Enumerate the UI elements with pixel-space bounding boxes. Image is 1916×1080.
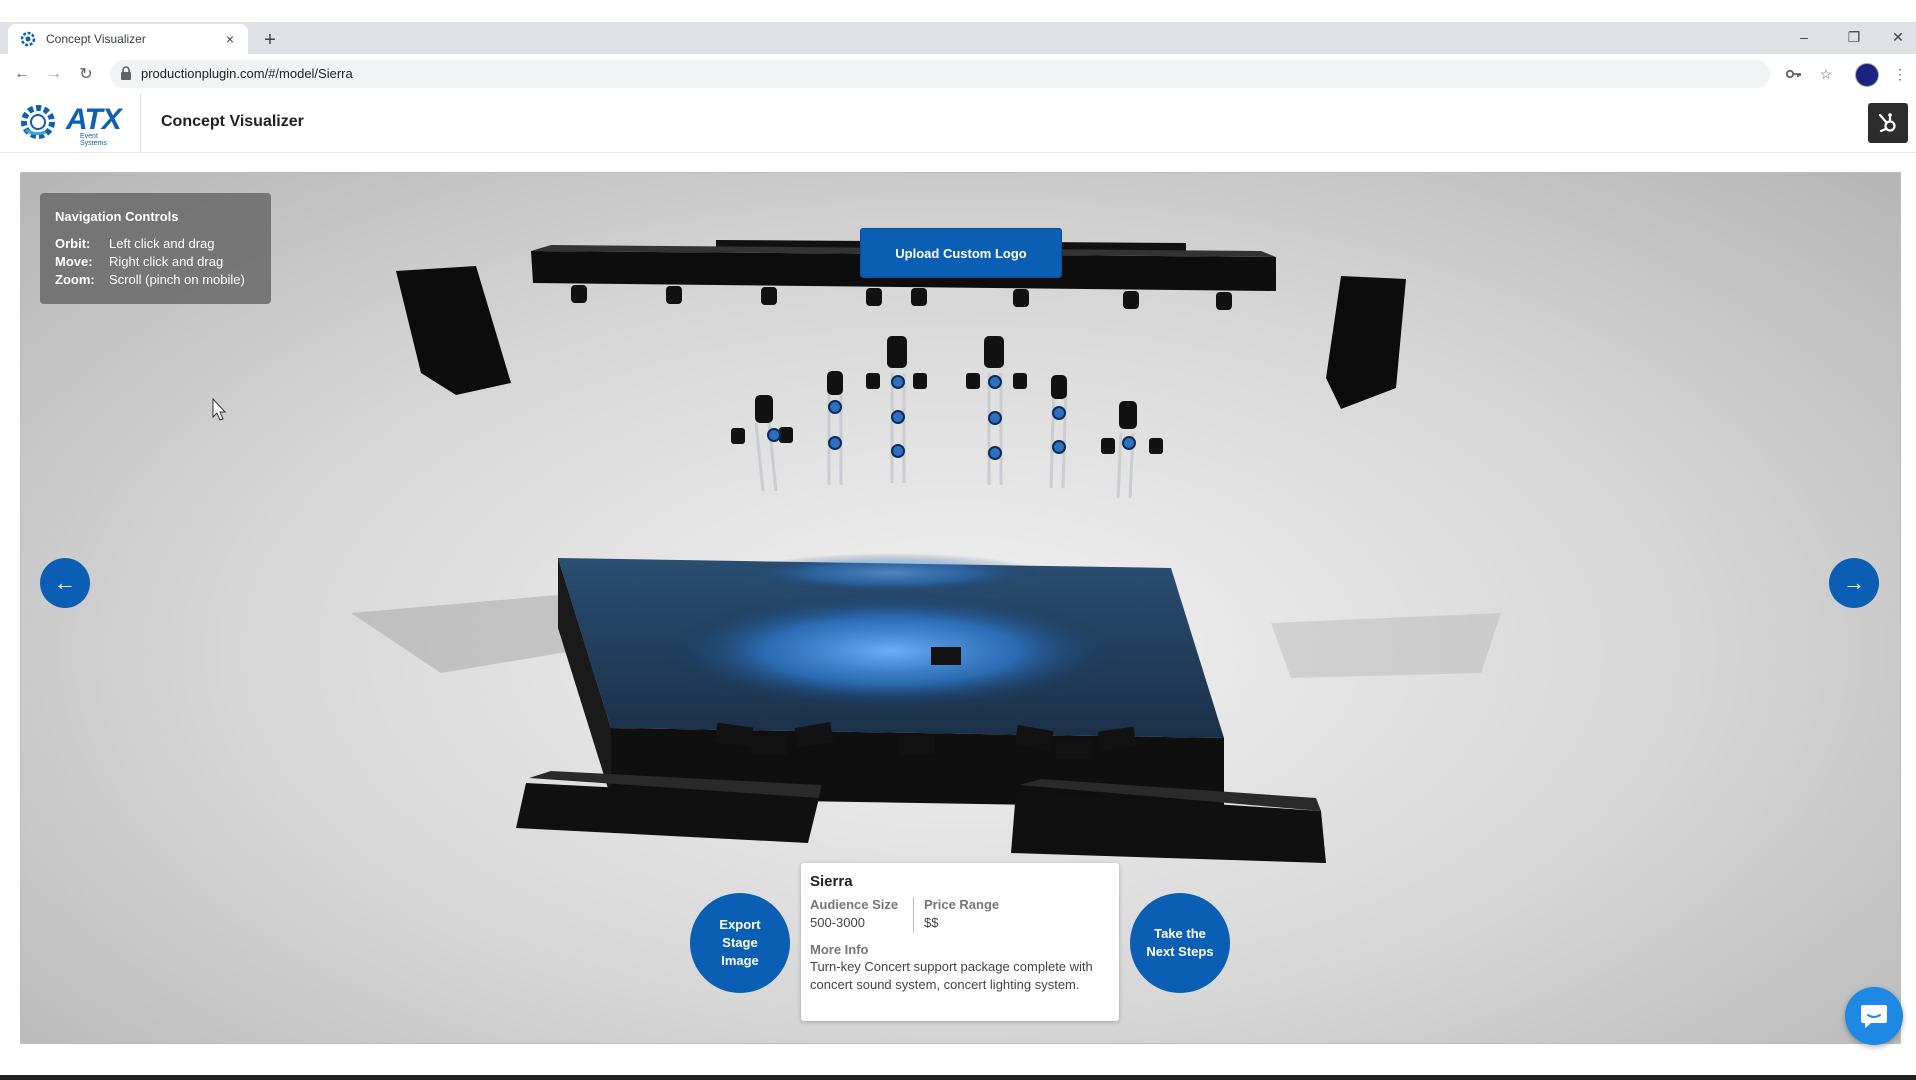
reload-button[interactable]: ↻ xyxy=(74,62,98,86)
more-info-label: More Info xyxy=(810,942,869,957)
site-favicon-icon xyxy=(20,31,36,47)
model-name: Sierra xyxy=(810,873,853,890)
browser-tab[interactable]: Concept Visualizer × xyxy=(8,24,248,54)
export-stage-image-button[interactable]: Export Stage Image xyxy=(690,893,790,993)
chat-widget-button[interactable] xyxy=(1845,987,1903,1045)
move-label: Move: xyxy=(55,254,93,269)
forward-button[interactable]: → xyxy=(42,62,66,86)
taskbar-edge xyxy=(0,1075,1916,1080)
tab-bar xyxy=(0,22,1916,54)
take-next-steps-button[interactable]: Take the Next Steps xyxy=(1130,893,1230,993)
zoom-value: Scroll (pinch on mobile) xyxy=(109,272,245,287)
model-description: Turn-key Concert support package complet… xyxy=(810,959,1093,992)
bookmark-star-icon[interactable]: ☆ xyxy=(1814,62,1838,86)
close-window-button[interactable]: ✕ xyxy=(1880,24,1916,50)
omnibox[interactable] xyxy=(110,60,1770,88)
hubspot-sprocket-icon xyxy=(1878,113,1896,133)
browser-menu-icon[interactable]: ⋮ xyxy=(1888,62,1912,86)
price-range-label: Price Range xyxy=(924,897,1000,912)
move-instruction: Move: Right click and drag xyxy=(55,254,223,269)
tab-title: Concept Visualizer xyxy=(46,32,146,46)
model-info-card: Sierra Audience Size 500-3000 Price Rang… xyxy=(801,863,1119,1021)
lock-icon xyxy=(121,66,131,80)
page-title: Concept Visualizer xyxy=(161,113,304,130)
tab-close-icon[interactable]: × xyxy=(220,29,240,49)
restore-button[interactable]: ❐ xyxy=(1836,24,1872,50)
back-button[interactable]: ← xyxy=(10,62,34,86)
previous-model-button[interactable]: ← xyxy=(40,558,90,608)
minimize-button[interactable]: – xyxy=(1786,24,1822,50)
key-icon[interactable] xyxy=(1782,62,1806,86)
atx-logo-gear-icon xyxy=(21,105,55,139)
orbit-value: Left click and drag xyxy=(109,236,215,251)
info-divider xyxy=(913,897,914,933)
line-array-left xyxy=(396,266,511,395)
orbit-label: Orbit: xyxy=(55,236,91,251)
profile-avatar[interactable] xyxy=(1855,63,1879,87)
atx-logo[interactable]: ATX Event Systems xyxy=(20,102,124,147)
chat-bubble-icon xyxy=(1861,1005,1887,1028)
zoom-label: Zoom: xyxy=(55,272,95,287)
window-top-strip xyxy=(0,0,1916,22)
orbit-instruction: Orbit: Left click and drag xyxy=(55,236,215,251)
zoom-instruction: Zoom: Scroll (pinch on mobile) xyxy=(55,272,245,287)
audience-size-label: Audience Size xyxy=(810,897,899,912)
navigation-controls-panel: Navigation Controls Orbit: Left click and… xyxy=(40,193,271,304)
logo-subtext: Event Systems xyxy=(80,133,107,147)
mouse-cursor-icon xyxy=(212,397,227,421)
move-value: Right click and drag xyxy=(109,254,224,269)
line-array-right xyxy=(1326,276,1406,409)
header-divider xyxy=(140,94,141,152)
price-range-value: $$ xyxy=(924,915,939,930)
new-tab-button[interactable]: + xyxy=(258,28,282,52)
url-text[interactable]: productionplugin.com/#/model/Sierra xyxy=(141,66,353,81)
navigation-controls-title: Navigation Controls xyxy=(55,209,179,224)
hubspot-button[interactable] xyxy=(1868,103,1908,143)
next-model-button[interactable]: → xyxy=(1829,558,1879,608)
audience-size-value: 500-3000 xyxy=(810,915,865,930)
logo-text: ATX xyxy=(66,103,122,136)
upload-custom-logo-button[interactable]: Upload Custom Logo xyxy=(860,228,1062,278)
